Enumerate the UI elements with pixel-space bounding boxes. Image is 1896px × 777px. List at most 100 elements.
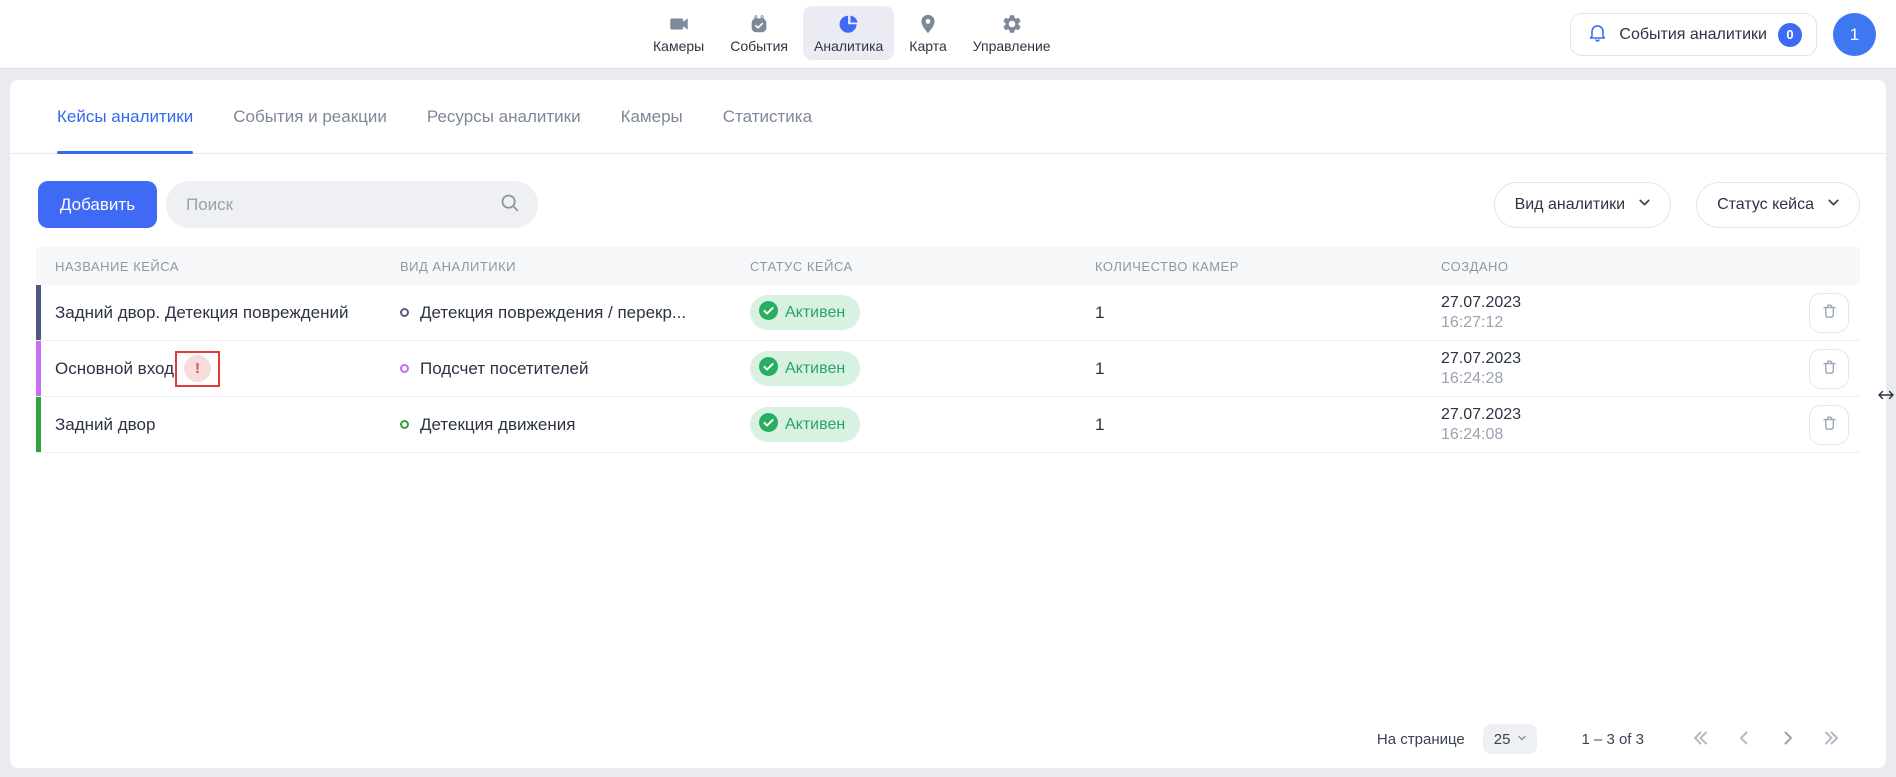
- analytics-type-cell: Детекция движения: [400, 415, 750, 435]
- case-name: Задний двор: [55, 415, 400, 435]
- trash-icon: [1820, 302, 1839, 324]
- range-text: 1 – 3 of 3: [1581, 731, 1644, 748]
- double-chevron-left-icon: [1690, 728, 1710, 751]
- analytics-type-icon: [400, 420, 409, 429]
- pager: [1690, 728, 1842, 751]
- delete-button[interactable]: [1809, 293, 1849, 333]
- table-row[interactable]: Задний двор Детекция движения Активен 1 …: [36, 397, 1860, 453]
- col-header-camera-count: КОЛИЧЕСТВО КАМЕР: [1095, 259, 1441, 274]
- chevron-down-icon: [1516, 731, 1528, 748]
- nav-label-events: События: [730, 38, 788, 54]
- tab-events-reactions[interactable]: События и реакции: [233, 80, 387, 153]
- next-page-button[interactable]: [1778, 728, 1798, 751]
- row-stripe: [36, 285, 41, 340]
- nav-label-analytics: Аналитика: [814, 38, 883, 54]
- nav-label-map: Карта: [909, 38, 946, 54]
- chevron-down-icon: [1636, 194, 1653, 216]
- status-badge: Активен: [750, 351, 860, 386]
- chevron-right-icon: [1778, 728, 1798, 751]
- chevron-down-icon: [1825, 194, 1842, 216]
- bell-icon: [1587, 22, 1608, 48]
- tab-statistics[interactable]: Статистика: [723, 80, 812, 153]
- search-field: [166, 181, 538, 228]
- analytics-type-icon: [400, 364, 409, 373]
- user-avatar[interactable]: 1: [1833, 13, 1876, 56]
- nav-item-cameras[interactable]: Камеры: [642, 6, 715, 60]
- check-icon: [759, 413, 778, 437]
- search-icon: [499, 192, 520, 218]
- status-label: Активен: [785, 360, 845, 378]
- tab-analytics-resources[interactable]: Ресурсы аналитики: [427, 80, 581, 153]
- check-icon: [759, 357, 778, 381]
- case-name: Задний двор. Детекция повреждений: [55, 303, 400, 323]
- case-status-filter[interactable]: Статус кейса: [1696, 182, 1860, 228]
- map-pin-icon: [917, 13, 939, 35]
- nav-label-management: Управление: [973, 38, 1051, 54]
- nav-item-events[interactable]: События: [719, 6, 799, 60]
- mouse-cursor: [1878, 388, 1894, 407]
- per-page-select[interactable]: 25: [1483, 724, 1538, 754]
- analytics-type-label: Детекция движения: [420, 415, 575, 435]
- col-header-created: СОЗДАНО: [1441, 259, 1741, 274]
- last-page-button[interactable]: [1822, 728, 1842, 751]
- analytics-type-label: Детекция повреждения / перекр...: [420, 303, 686, 323]
- status-badge: Активен: [750, 407, 860, 442]
- chevron-left-icon: [1734, 728, 1754, 751]
- status-label: Активен: [785, 304, 845, 322]
- col-header-case-status: СТАТУС КЕЙСА: [750, 259, 1095, 274]
- prev-page-button[interactable]: [1734, 728, 1754, 751]
- camera-icon: [668, 13, 690, 35]
- nav-label-cameras: Камеры: [653, 38, 704, 54]
- tab-cameras[interactable]: Камеры: [621, 80, 683, 153]
- tab-analytics-cases[interactable]: Кейсы аналитики: [57, 80, 193, 153]
- case-name: Основной вход: [55, 359, 174, 379]
- events-count-badge: 0: [1778, 23, 1802, 47]
- created-cell: 27.07.2023 16:24:08: [1441, 405, 1741, 445]
- nav-item-analytics[interactable]: Аналитика: [803, 6, 894, 60]
- events-button-label: События аналитики: [1619, 26, 1767, 44]
- cases-table: НАЗВАНИЕ КЕЙСА ВИД АНАЛИТИКИ СТАТУС КЕЙС…: [36, 247, 1860, 453]
- double-chevron-right-icon: [1822, 728, 1842, 751]
- alert-icon: !: [184, 355, 211, 382]
- nav-item-management[interactable]: Управление: [962, 6, 1062, 60]
- camera-count: 1: [1095, 359, 1441, 379]
- per-page-value: 25: [1494, 731, 1511, 748]
- analytics-type-filter-label: Вид аналитики: [1515, 196, 1626, 214]
- camera-count: 1: [1095, 415, 1441, 435]
- first-page-button[interactable]: [1690, 728, 1710, 751]
- trash-icon: [1820, 358, 1839, 380]
- delete-button[interactable]: [1809, 405, 1849, 445]
- analytics-type-filter[interactable]: Вид аналитики: [1494, 182, 1672, 228]
- created-date: 27.07.2023: [1441, 293, 1741, 313]
- status-label: Активен: [785, 416, 845, 434]
- col-header-analytics-type: ВИД АНАЛИТИКИ: [400, 259, 750, 274]
- nav-item-map[interactable]: Карта: [898, 6, 957, 60]
- analytics-type-icon: [400, 308, 409, 317]
- created-time: 16:24:08: [1441, 425, 1741, 445]
- case-status-filter-label: Статус кейса: [1717, 196, 1814, 214]
- table-row[interactable]: Основной вход ! Подсчет посетителей Акти…: [36, 341, 1860, 397]
- created-cell: 27.07.2023 16:27:12: [1441, 293, 1741, 333]
- topbar-right: События аналитики 0 1: [1570, 13, 1876, 56]
- analytics-events-button[interactable]: События аналитики 0: [1570, 13, 1817, 56]
- alert-highlight-box: !: [175, 351, 220, 387]
- calendar-icon: [748, 13, 770, 35]
- table-row[interactable]: Задний двор. Детекция повреждений Детекц…: [36, 285, 1860, 341]
- search-input[interactable]: [186, 195, 499, 215]
- row-stripe: [36, 341, 41, 396]
- delete-button[interactable]: [1809, 349, 1849, 389]
- check-icon: [759, 301, 778, 325]
- per-page-label: На странице: [1377, 731, 1465, 748]
- col-header-case-name: НАЗВАНИЕ КЕЙСА: [55, 259, 400, 274]
- add-button[interactable]: Добавить: [38, 181, 157, 228]
- table-header: НАЗВАНИЕ КЕЙСА ВИД АНАЛИТИКИ СТАТУС КЕЙС…: [36, 247, 1860, 285]
- pagination-bar: На странице 25 1 – 3 of 3: [10, 710, 1886, 768]
- analytics-tabs: Кейсы аналитики События и реакции Ресурс…: [10, 80, 1886, 154]
- case-name-cell: Основной вход !: [55, 351, 400, 387]
- analytics-type-cell: Подсчет посетителей: [400, 359, 750, 379]
- created-date: 27.07.2023: [1441, 349, 1741, 369]
- row-stripe: [36, 397, 41, 452]
- analytics-type-cell: Детекция повреждения / перекр...: [400, 303, 750, 323]
- status-badge: Активен: [750, 295, 860, 330]
- toolbar: Добавить Вид аналитики Статус кейса: [38, 181, 1860, 228]
